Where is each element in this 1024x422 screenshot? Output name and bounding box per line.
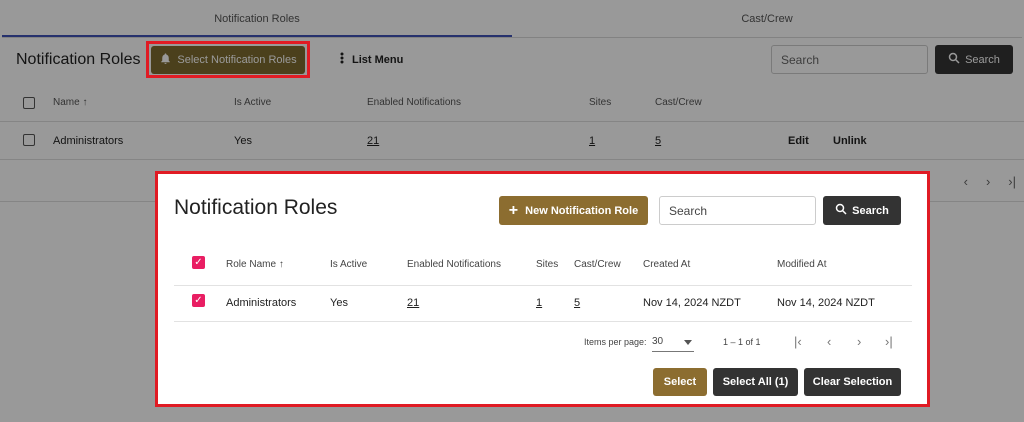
unlink-button[interactable]: Unlink	[833, 135, 867, 147]
row-modified-at: Nov 14, 2024 NZDT	[777, 297, 875, 309]
arrow-up-icon: ↑	[82, 97, 88, 108]
search-button[interactable]: Search	[935, 45, 1013, 74]
items-per-page-label: Items per page:	[584, 337, 647, 347]
page-range: 1 – 1 of 1	[723, 337, 761, 347]
tab-notification-roles[interactable]: Notification Roles	[2, 2, 512, 37]
search-input[interactable]: Search	[771, 45, 928, 74]
search-button-label: Search	[965, 53, 1000, 66]
last-page-icon[interactable]: ›|	[885, 334, 893, 349]
column-header-role-name[interactable]: Role Name ↑	[226, 259, 284, 270]
row-checkbox[interactable]: ✓	[192, 294, 205, 307]
paginator: Items per page: 30 1 – 1 of 1 |‹ ‹ › ›|	[174, 322, 912, 366]
list-menu-label: List Menu	[352, 53, 404, 66]
row-role-name: Administrators	[226, 297, 297, 309]
row-enabled-notifications-link[interactable]: 21	[407, 297, 419, 309]
dialog-search-button[interactable]: Search	[823, 196, 901, 225]
dialog-title: Notification Roles	[174, 196, 338, 219]
column-header-enabled-notifications: Enabled Notifications	[367, 97, 461, 108]
row-sites-link[interactable]: 1	[536, 297, 542, 309]
edit-button[interactable]: Edit	[788, 135, 809, 147]
row-sites-link[interactable]: 1	[589, 135, 595, 147]
dialog-search-input[interactable]: Search	[659, 196, 816, 225]
items-per-page-select[interactable]: 30	[652, 336, 694, 352]
page-title: Notification Roles	[16, 51, 141, 68]
first-page-icon[interactable]: |‹	[794, 334, 802, 349]
row-created-at: Nov 14, 2024 NZDT	[643, 297, 741, 309]
select-button[interactable]: Select	[653, 368, 707, 396]
column-header-enabled-notifications: Enabled Notifications	[407, 259, 501, 270]
next-page-icon[interactable]: ›	[986, 174, 990, 189]
list-menu-button[interactable]: List Menu	[340, 52, 403, 67]
tab-cast-crew[interactable]: Cast/Crew	[512, 2, 1022, 37]
dialog-search-button-label: Search	[852, 204, 889, 217]
row-checkbox[interactable]	[23, 134, 35, 146]
tab-bar: Notification Roles Cast/Crew	[2, 2, 1022, 38]
previous-page-icon[interactable]: ‹	[827, 334, 831, 349]
search-icon	[835, 203, 847, 218]
column-header-sites: Sites	[536, 259, 559, 270]
arrow-up-icon: ↑	[278, 259, 284, 270]
last-page-icon[interactable]: ›|	[1008, 174, 1016, 189]
more-vertical-icon	[340, 52, 344, 67]
select-all-checkbox[interactable]	[23, 97, 35, 109]
next-page-icon[interactable]: ›	[857, 334, 861, 349]
column-header-name[interactable]: Name ↑	[53, 97, 87, 108]
column-header-is-active: Is Active	[234, 97, 272, 108]
row-is-active: Yes	[330, 297, 348, 309]
select-roles-dialog: Notification Roles + New Notification Ro…	[155, 171, 930, 407]
row-enabled-notifications-link[interactable]: 21	[367, 135, 379, 147]
row-cast-crew-link[interactable]: 5	[655, 135, 661, 147]
clear-selection-button[interactable]: Clear Selection	[804, 368, 901, 396]
column-header-sites: Sites	[589, 97, 612, 108]
dialog-select-all-checkbox[interactable]: ✓	[192, 256, 205, 269]
row-is-active: Yes	[234, 135, 252, 147]
column-header-cast-crew: Cast/Crew	[655, 97, 702, 108]
caret-down-icon	[684, 340, 692, 345]
background-pager: ‹ › ›|	[964, 174, 1016, 189]
column-header-is-active: Is Active	[330, 259, 368, 270]
new-notification-role-label: New Notification Role	[525, 204, 639, 217]
dialog-table-header: ✓ Role Name ↑ Is Active Enabled Notifica…	[174, 244, 912, 286]
table-row: ✓ Administrators Yes 21 1 5 Nov 14, 2024…	[174, 286, 912, 322]
select-all-button[interactable]: Select All (1)	[713, 368, 798, 396]
plus-icon: +	[508, 201, 519, 219]
table-row: Administrators Yes 21 1 5 Edit Unlink	[0, 122, 1024, 160]
previous-page-icon[interactable]: ‹	[964, 174, 968, 189]
highlight-outline	[146, 41, 310, 78]
search-icon	[948, 52, 960, 67]
new-notification-role-button[interactable]: + New Notification Role	[499, 196, 648, 225]
row-name: Administrators	[53, 135, 124, 147]
row-cast-crew-link[interactable]: 5	[574, 297, 580, 309]
column-header-modified-at: Modified At	[777, 259, 827, 270]
column-header-cast-crew: Cast/Crew	[574, 259, 621, 270]
column-header-created-at: Created At	[643, 259, 691, 270]
table-header: Name ↑ Is Active Enabled Notifications S…	[0, 84, 1024, 122]
